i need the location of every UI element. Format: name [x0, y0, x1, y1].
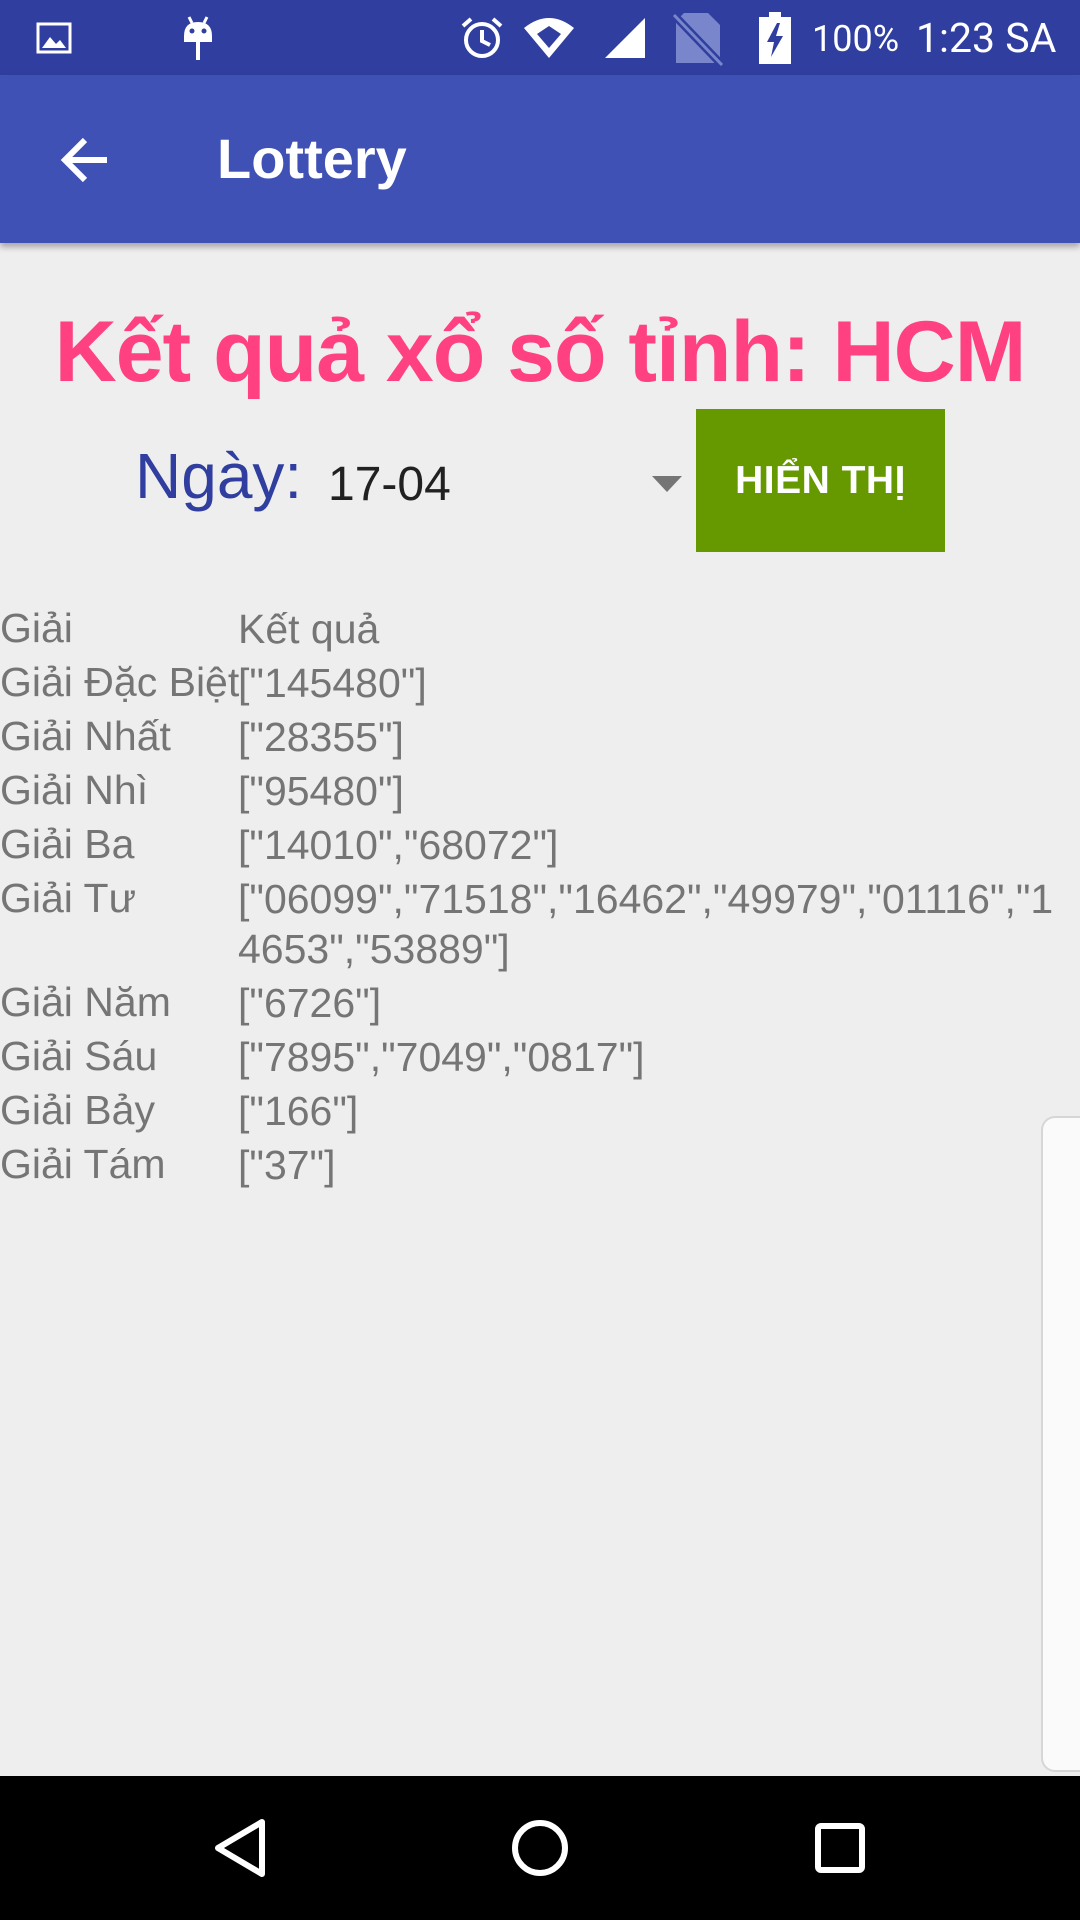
arrow-left-icon	[60, 137, 107, 183]
back-button[interactable]	[30, 115, 140, 205]
prize-result: ["95480"]	[238, 768, 404, 814]
table-row: Giải Nhì ["95480"]	[0, 762, 1080, 816]
dropdown-arrow-icon	[652, 476, 682, 492]
table-row: Giải Năm ["6726"]	[0, 974, 1080, 1028]
nav-home-button[interactable]	[490, 1798, 590, 1898]
recents-square-icon	[815, 1823, 865, 1873]
date-spinner[interactable]: 17-04	[318, 440, 688, 530]
table-row: Giải Sáu ["7895","7049","0817"]	[0, 1028, 1080, 1082]
prize-name: Giải Đặc Biệt	[0, 659, 240, 705]
table-row: Giải Tư ["06099","71518","16462","49979"…	[0, 870, 1080, 974]
back-triangle-icon	[215, 1819, 265, 1877]
table-row: Giải Đặc Biệt ["145480"]	[0, 654, 1080, 708]
prize-result: ["14010","68072"]	[238, 822, 559, 868]
prize-result: ["166"]	[238, 1088, 359, 1134]
status-bar: 100% 1:23 SA	[0, 0, 1080, 75]
date-selected-value: 17-04	[328, 458, 451, 511]
wifi-icon	[522, 0, 576, 75]
prize-name: Giải Tám	[0, 1141, 166, 1187]
home-circle-icon	[512, 1820, 568, 1876]
navigation-bar	[0, 1776, 1080, 1920]
app-bar: Lottery	[0, 75, 1080, 243]
prize-result: ["7895","7049","0817"]	[238, 1034, 645, 1080]
app-title: Lottery	[217, 127, 407, 190]
show-results-button[interactable]: HIỂN THỊ	[696, 409, 945, 552]
signal-icon	[602, 0, 648, 75]
alarm-icon	[458, 0, 506, 75]
header-prize: Giải	[0, 605, 73, 651]
results-table: Giải Kết quả Giải Đặc Biệt ["145480"] Gi…	[0, 600, 1080, 1190]
header-result: Kết quả	[238, 606, 380, 652]
nav-recents-button[interactable]	[790, 1798, 890, 1898]
table-row: Giải Ba ["14010","68072"]	[0, 816, 1080, 870]
prize-result: ["145480"]	[238, 660, 427, 706]
prize-name: Giải Ba	[0, 821, 135, 867]
prize-name: Giải Nhì	[0, 767, 149, 813]
page-heading: Kết quả xổ số tỉnh: HCM	[54, 304, 1027, 400]
nav-back-button[interactable]	[190, 1798, 290, 1898]
no-sim-icon	[668, 0, 728, 75]
prize-result: ["28355"]	[238, 714, 404, 760]
image-icon	[34, 0, 74, 75]
prize-name: Giải Năm	[0, 979, 171, 1025]
prize-result: ["37"]	[238, 1142, 336, 1188]
prize-result: ["6726"]	[238, 980, 382, 1026]
battery-percent: 100%	[812, 18, 900, 60]
table-row: Giải Nhất ["28355"]	[0, 708, 1080, 762]
prize-name: Giải Tư	[0, 875, 137, 921]
table-row: Giải Bảy ["166"]	[0, 1082, 1080, 1136]
prize-result: ["06099","71518","16462","49979","01116"…	[238, 876, 1054, 972]
scrollbar-track[interactable]	[1041, 1116, 1080, 1772]
prize-name: Giải Bảy	[0, 1087, 155, 1133]
status-time: 1:23 SA	[916, 15, 1057, 63]
android-debug-icon	[178, 0, 218, 75]
prize-name: Giải Sáu	[0, 1033, 158, 1079]
table-header-row: Giải Kết quả	[0, 600, 1080, 654]
date-label: Ngày:	[135, 440, 303, 512]
battery-charging-icon	[758, 0, 792, 75]
prize-name: Giải Nhất	[0, 713, 171, 759]
table-row: Giải Tám ["37"]	[0, 1136, 1080, 1190]
